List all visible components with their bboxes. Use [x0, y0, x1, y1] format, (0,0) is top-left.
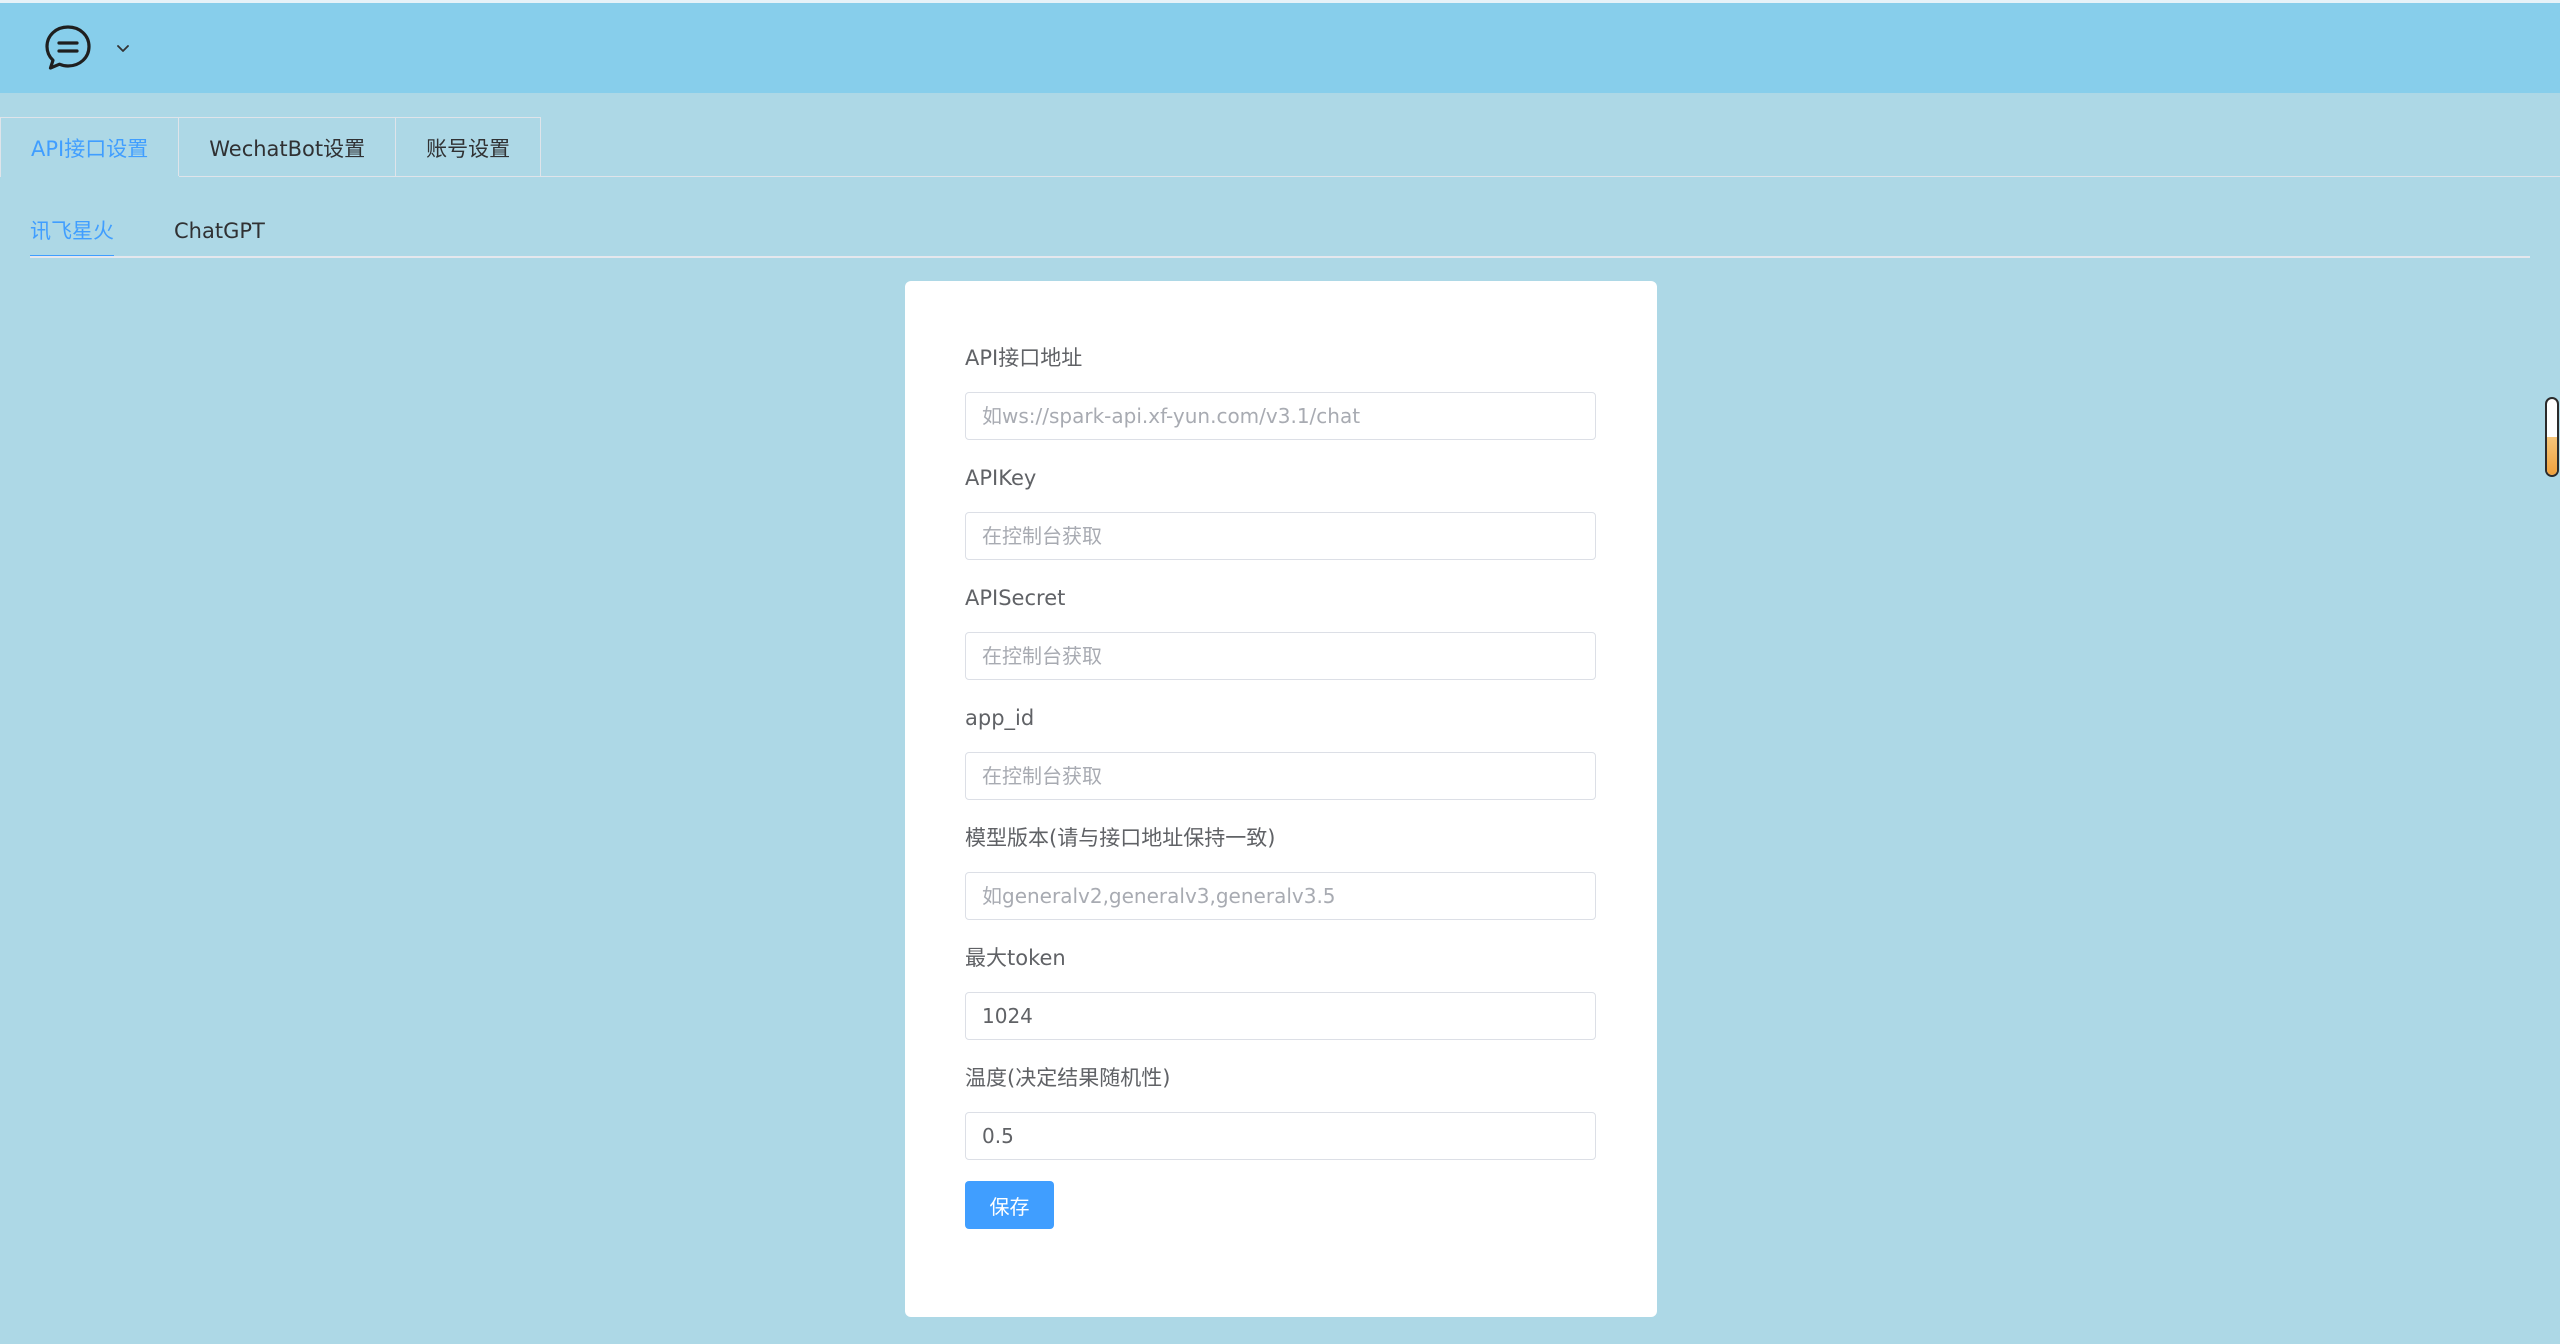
- temperature-field: 温度(决定结果随机性): [965, 1063, 1596, 1160]
- model-version-label: 模型版本(请与接口地址保持一致): [965, 826, 1276, 850]
- app-header: [0, 3, 2560, 93]
- tabs-divider: [0, 176, 2560, 177]
- app-menu-trigger[interactable]: [42, 22, 132, 74]
- provider-tabs: 讯飞星火 ChatGPT: [30, 210, 325, 258]
- api-secret-input[interactable]: [965, 632, 1596, 680]
- api-key-label: APIKey: [965, 466, 1037, 490]
- tab-api-settings[interactable]: API接口设置: [0, 117, 180, 177]
- api-url-field: API接口地址: [965, 343, 1596, 440]
- temperature-input[interactable]: [965, 1112, 1596, 1160]
- api-url-label: API接口地址: [965, 346, 1083, 370]
- tab-chatgpt[interactable]: ChatGPT: [174, 210, 265, 258]
- active-tab-gap: [1, 176, 179, 177]
- max-token-input[interactable]: [965, 992, 1596, 1040]
- chevron-down-icon: [117, 45, 129, 52]
- provider-tabs-divider: [30, 256, 2530, 258]
- app-id-label: app_id: [965, 706, 1035, 730]
- app-id-input[interactable]: [965, 752, 1596, 800]
- tab-account-settings[interactable]: 账号设置: [396, 117, 542, 177]
- api-secret-field: APISecret: [965, 583, 1596, 680]
- api-secret-label: APISecret: [965, 586, 1066, 610]
- model-version-input[interactable]: [965, 872, 1596, 920]
- settings-form-panel: API接口地址 APIKey APISecret app_id 模型版本(请与接…: [905, 281, 1657, 1317]
- main-tabs: API接口设置 WechatBot设置 账号设置: [0, 117, 542, 177]
- chat-bubble-icon: [45, 25, 91, 70]
- api-key-field: APIKey: [965, 463, 1596, 560]
- max-token-label: 最大token: [965, 946, 1066, 970]
- save-button[interactable]: 保存: [965, 1181, 1054, 1229]
- scrollbar-thumb[interactable]: [2545, 397, 2559, 477]
- tab-xunfei-spark[interactable]: 讯飞星火: [30, 210, 114, 258]
- tab-wechatbot-settings[interactable]: WechatBot设置: [179, 117, 397, 177]
- app-id-field: app_id: [965, 703, 1596, 800]
- max-token-field: 最大token: [965, 943, 1596, 1040]
- api-url-input[interactable]: [965, 392, 1596, 440]
- api-key-input[interactable]: [965, 512, 1596, 560]
- model-version-field: 模型版本(请与接口地址保持一致): [965, 823, 1596, 920]
- temperature-label: 温度(决定结果随机性): [965, 1066, 1171, 1090]
